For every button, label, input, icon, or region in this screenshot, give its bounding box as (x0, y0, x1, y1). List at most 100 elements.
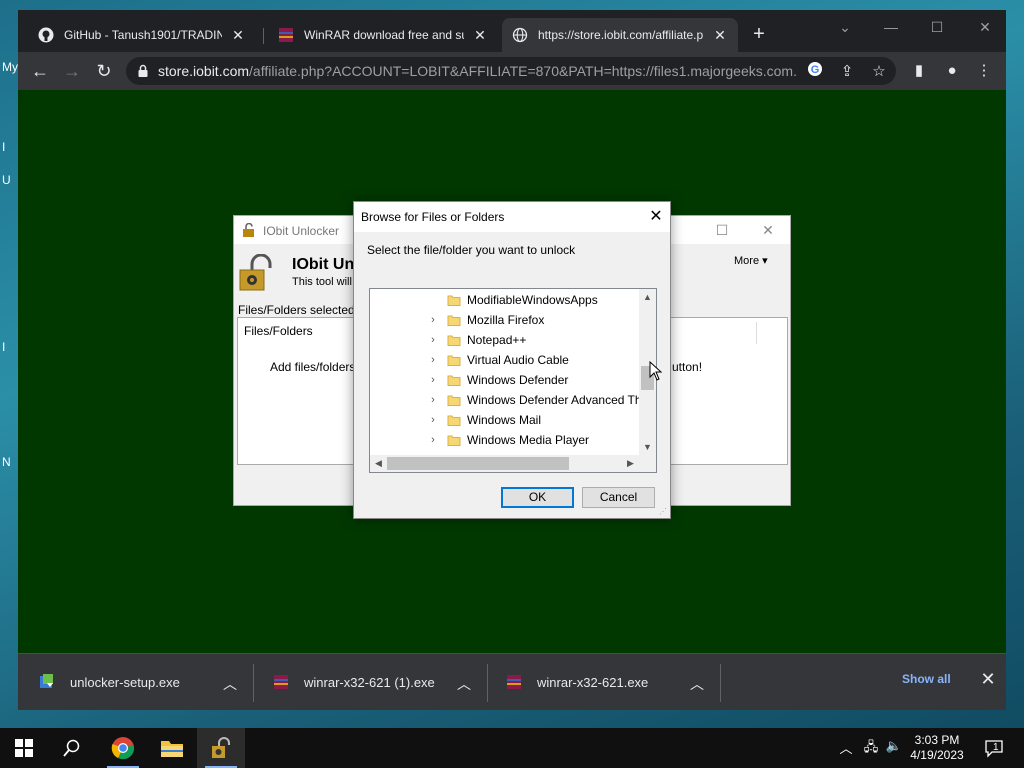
desktop-label: N (2, 455, 11, 469)
app-title: IObit Un (292, 256, 355, 273)
app-description: This tool will (292, 276, 352, 288)
download-filename: winrar-x32-621 (1).exe (304, 674, 435, 690)
forward-icon[interactable]: → (60, 59, 84, 83)
close-icon[interactable]: ✕ (753, 220, 783, 240)
download-shelf: unlocker-setup.exe ︿ winrar-x32-621 (1).… (18, 653, 1006, 710)
minimize-icon[interactable]: — (876, 16, 906, 38)
start-button[interactable] (0, 728, 48, 768)
maximize-icon[interactable]: ☐ (922, 16, 952, 38)
google-lens-icon[interactable]: G (804, 61, 826, 83)
new-tab-button[interactable]: + (748, 24, 770, 46)
chevron-up-icon[interactable]: ︿ (836, 738, 856, 757)
url-text: store.iobit.com/affiliate.php?ACCOUNT=LO… (158, 63, 798, 79)
chevron-right-icon[interactable]: › (428, 374, 438, 386)
reload-icon[interactable]: ↻ (92, 59, 116, 83)
close-icon[interactable]: ✕ (712, 27, 728, 43)
folder-icon (161, 741, 183, 757)
scroll-right-icon[interactable]: ▶ (622, 455, 639, 472)
scroll-down-icon[interactable]: ▼ (639, 439, 656, 455)
dialog-title: Browse for Files or Folders (361, 210, 505, 224)
scroll-left-icon[interactable]: ◀ (370, 455, 387, 472)
unlocker-app-icon (212, 737, 230, 758)
download-item[interactable]: winrar-x32-621 (1).exe ︿ (272, 662, 472, 702)
search-button[interactable] (48, 728, 96, 768)
close-icon[interactable]: ✕ (978, 669, 998, 689)
cancel-button[interactable]: Cancel (582, 487, 655, 508)
folder-tree[interactable]: ModifiableWindowsApps › Mozilla Firefox … (369, 288, 657, 473)
tree-item[interactable]: › Windows Media Player (370, 430, 640, 450)
chrome-taskbar-button[interactable] (99, 728, 147, 768)
scroll-up-icon[interactable]: ▲ (639, 289, 656, 305)
chevron-up-icon[interactable]: ︿ (222, 674, 238, 692)
volume-icon[interactable]: 🔈 (884, 738, 904, 754)
globe-icon (512, 27, 528, 43)
side-panel-icon[interactable]: ▮ (908, 60, 930, 82)
search-icon (63, 739, 80, 757)
folder-icon (447, 435, 461, 446)
desktop-label: I (2, 140, 6, 154)
download-item[interactable]: unlocker-setup.exe ︿ (38, 662, 238, 702)
ok-button[interactable]: OK (501, 487, 574, 508)
download-filename: unlocker-setup.exe (70, 674, 180, 690)
clock-time: 3:03 PM (914, 733, 960, 747)
browse-dialog: Browse for Files or Folders ✕ Select the… (353, 201, 671, 519)
chevron-right-icon[interactable]: › (428, 334, 438, 346)
more-menu[interactable]: More ▾ (734, 254, 768, 267)
chevron-right-icon[interactable]: › (428, 394, 438, 406)
tree-item[interactable]: › Notepad++ (370, 330, 640, 350)
scroll-thumb[interactable] (387, 457, 569, 470)
winrar-icon (278, 27, 294, 43)
dialog-prompt: Select the file/folder you want to unloc… (367, 243, 576, 257)
dialog-titlebar: Browse for Files or Folders ✕ (354, 202, 670, 232)
tab-title: GitHub - Tanush1901/TRADINGVIEW (64, 28, 222, 42)
chrome-icon (111, 737, 134, 760)
download-item[interactable]: winrar-x32-621.exe ︿ (505, 662, 705, 702)
tab-iobit-store[interactable]: https://store.iobit.com/affiliate.php ✕ (502, 18, 738, 52)
close-icon[interactable]: ✕ (644, 205, 668, 229)
chevron-up-icon[interactable]: ︿ (689, 674, 705, 692)
tab-github[interactable]: GitHub - Tanush1901/TRADINGVIEW ✕ (28, 18, 256, 52)
resize-grip-icon[interactable]: ⋰ (659, 507, 669, 517)
tab-search-icon[interactable]: ⌄ (830, 16, 860, 38)
tab-winrar[interactable]: WinRAR download free and support ✕ (268, 18, 498, 52)
share-icon[interactable]: ⇪ (836, 61, 858, 83)
chevron-right-icon[interactable]: › (428, 434, 438, 446)
tree-item[interactable]: ModifiableWindowsApps (370, 290, 640, 310)
unlocker-logo-icon (239, 254, 272, 291)
unlocker-app-icon (243, 223, 254, 237)
tab-separator (263, 28, 264, 44)
tree-item[interactable]: › Windows Defender Advanced Th (370, 390, 641, 410)
divider (487, 664, 488, 702)
chevron-right-icon[interactable]: › (428, 414, 438, 426)
close-window-icon[interactable]: ✕ (970, 16, 1000, 38)
iobit-unlocker-taskbar-button[interactable] (197, 728, 245, 768)
network-icon[interactable]: 🖧 (861, 738, 881, 760)
menu-kebab-icon[interactable]: ⋮ (973, 60, 995, 82)
divider (253, 664, 254, 702)
horizontal-scrollbar[interactable]: ◀ ▶ (370, 455, 656, 472)
profile-icon[interactable]: ● (941, 60, 963, 82)
desktop-label: My (2, 60, 18, 74)
tree-item[interactable]: › Virtual Audio Cable (370, 350, 640, 370)
back-icon[interactable]: ← (28, 59, 52, 83)
chevron-up-icon[interactable]: ︿ (456, 674, 472, 692)
mouse-cursor-icon (649, 361, 663, 381)
tree-item[interactable]: › Windows Defender (370, 370, 640, 390)
lock-icon[interactable] (136, 64, 150, 78)
folder-icon (447, 315, 461, 326)
tree-item[interactable]: › Mozilla Firefox (370, 310, 640, 330)
show-all-button[interactable]: Show all (902, 672, 951, 686)
chevron-right-icon[interactable]: › (428, 314, 438, 326)
svg-text:G: G (811, 64, 820, 76)
notification-center-icon[interactable]: 1 (984, 738, 1004, 758)
chevron-right-icon[interactable]: › (428, 354, 438, 366)
close-icon[interactable]: ✕ (472, 27, 488, 43)
close-icon[interactable]: ✕ (230, 27, 246, 43)
winrar-icon (274, 675, 288, 689)
bookmark-star-icon[interactable]: ☆ (868, 61, 890, 83)
tree-item[interactable]: › Windows Mail (370, 410, 640, 430)
address-bar[interactable]: store.iobit.com/affiliate.php?ACCOUNT=LO… (126, 57, 896, 85)
system-clock[interactable]: 3:03 PM 4/19/2023 (902, 733, 972, 763)
file-explorer-button[interactable] (148, 728, 196, 768)
maximize-icon[interactable]: ☐ (707, 220, 737, 240)
